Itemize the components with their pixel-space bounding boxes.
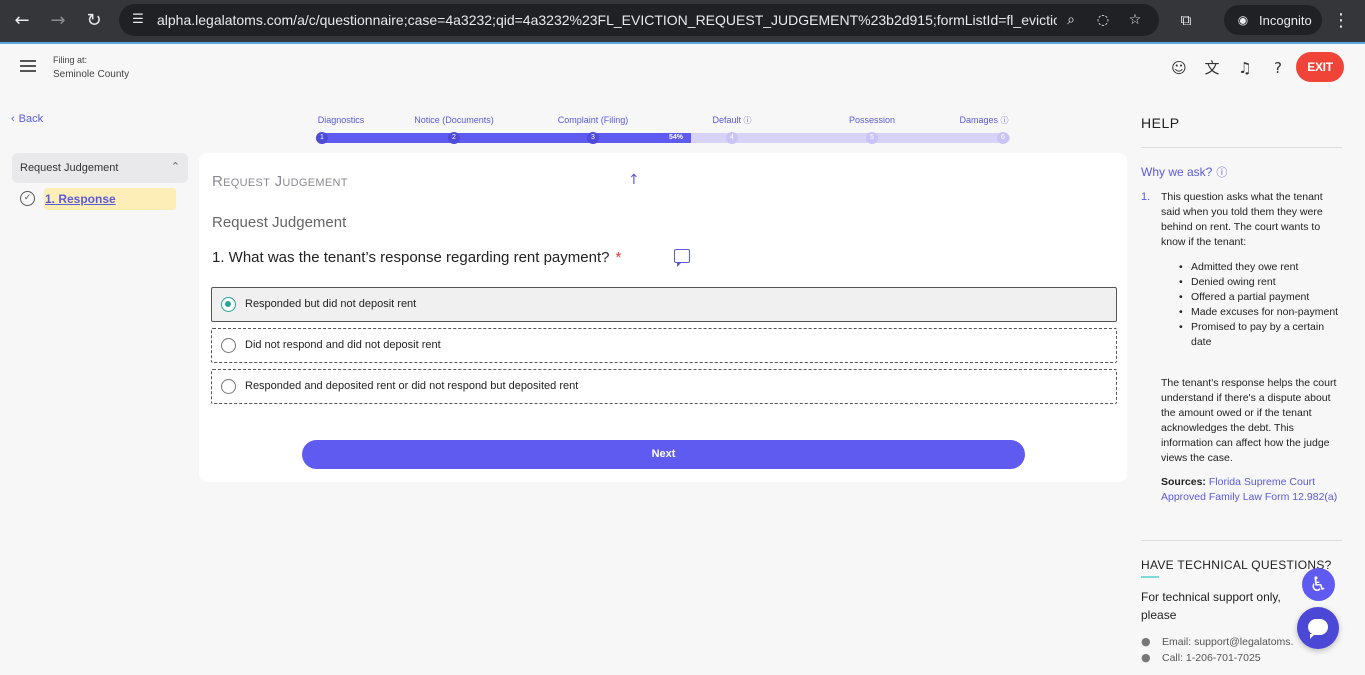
list-item: Offered a partial payment — [1177, 290, 1343, 305]
browser-toolbar: ← → ↻ ☰ alpha.legalatoms.com/a/c/questio… — [0, 0, 1365, 42]
stage-dot-1[interactable]: 1 — [316, 132, 328, 144]
list-item: Admitted they owe rent — [1177, 260, 1343, 275]
filing-label: Filing at: — [53, 55, 88, 65]
filing-county: Seminole County — [53, 69, 130, 80]
tech-title-underline — [1141, 576, 1159, 578]
browser-menu-kebab-icon[interactable]: ⋮ — [1331, 8, 1351, 34]
stage-dot-3[interactable]: 3 — [587, 132, 599, 144]
notification-bell-icon[interactable]: ♫ — [1235, 58, 1255, 78]
bookmark-star-icon[interactable]: ☆ — [1126, 11, 1144, 29]
stage-label-diagnostics[interactable]: Diagnostics — [318, 115, 365, 125]
address-bar[interactable]: ☰ alpha.legalatoms.com/a/c/questionnaire… — [119, 4, 1159, 36]
question-text: 1. What was the tenant’s response regard… — [212, 249, 621, 266]
extensions-puzzle-icon[interactable]: ⧉ — [1174, 8, 1198, 32]
question-label: 1. What was the tenant’s response regard… — [212, 249, 610, 266]
answer-option[interactable]: Responded and deposited rent or did not … — [211, 369, 1117, 404]
section-subtitle: Request Judgement — [212, 214, 347, 231]
incognito-label: Incognito — [1259, 13, 1312, 28]
why-we-ask-label[interactable]: Why we ask? — [1141, 165, 1212, 179]
back-label: Back — [18, 113, 44, 125]
stage-dot-2[interactable]: 2 — [448, 132, 460, 144]
radio-button[interactable] — [221, 338, 236, 353]
help-intro: This question asks what the tenant said … — [1161, 191, 1323, 248]
radio-button[interactable] — [221, 297, 236, 312]
help-item-number: 1. — [1141, 191, 1151, 203]
chat-button[interactable] — [1297, 607, 1339, 649]
url-text[interactable]: alpha.legalatoms.com/a/c/questionnaire;c… — [157, 12, 1057, 28]
chevron-up-icon[interactable]: ⌃ — [171, 160, 180, 173]
nav-step-label[interactable]: 1. Response — [45, 192, 116, 206]
exit-button[interactable]: EXIT — [1296, 52, 1344, 82]
nav-step-active[interactable]: 1. Response — [44, 188, 176, 210]
answer-option-label: Responded and deposited rent or did not … — [245, 380, 579, 392]
next-button[interactable]: Next — [302, 440, 1025, 469]
stage-dot-5[interactable]: 5 — [866, 132, 878, 144]
forward-arrow-icon[interactable]: → — [45, 8, 71, 34]
stage-dot-4[interactable]: 4 — [726, 132, 738, 144]
phone-avatar-icon: ● — [1141, 651, 1151, 664]
help-sources: Sources: Florida Supreme Court Approved … — [1161, 475, 1343, 505]
stage-label-possession[interactable]: Possession — [849, 115, 895, 125]
check-circle-icon: ✓ — [20, 191, 35, 206]
account-icon[interactable]: ☺ — [1169, 58, 1189, 78]
incognito-icon: ◉ — [1237, 13, 1249, 27]
eye-off-icon[interactable]: ◌ — [1094, 11, 1112, 29]
help-icon[interactable]: ? — [1268, 58, 1288, 78]
help-bullet-list: Admitted they owe rent Denied owing rent… — [1177, 260, 1343, 350]
chat-bubble-icon — [1308, 619, 1328, 639]
nav-section-title: Request Judgement — [20, 162, 119, 174]
site-info-icon[interactable]: ☰ — [129, 11, 147, 29]
info-icon[interactable]: ⓘ — [1001, 116, 1009, 125]
stage-label-damages[interactable]: Damages ⓘ — [959, 115, 1008, 126]
help-divider — [1141, 540, 1342, 541]
answer-option-label: Responded but did not deposit rent — [245, 298, 417, 310]
list-item: Made excuses for non-payment — [1177, 305, 1343, 320]
answer-option-label: Did not respond and did not deposit rent — [245, 339, 441, 351]
support-phone[interactable]: Call: 1-206-701-7025 — [1162, 652, 1261, 664]
hamburger-menu-icon[interactable] — [20, 60, 36, 72]
accessibility-icon[interactable]: ♿ — [1302, 568, 1335, 601]
tech-questions-title: HAVE TECHNICAL QUESTIONS? — [1141, 558, 1332, 572]
back-link[interactable]: ‹ Back — [11, 113, 43, 125]
progress-fill — [316, 133, 691, 143]
stage-dot-6[interactable]: 6 — [997, 132, 1009, 144]
info-icon[interactable]: ⓘ — [744, 116, 752, 125]
zoom-icon[interactable]: ⌕ — [1062, 11, 1080, 29]
progress-percent: 54% — [669, 134, 684, 141]
help-divider — [1141, 147, 1342, 148]
support-email[interactable]: Email: support@legalatoms. — [1162, 636, 1293, 648]
app-header: Filing at: Seminole County ☺ 文 ♫ ? — [0, 44, 1365, 92]
nav-step-response[interactable]: ✓ 1. Response — [12, 188, 188, 210]
nav-section-request-judgement[interactable]: Request Judgement ⌃ — [12, 153, 188, 183]
reload-icon[interactable]: ↻ — [81, 8, 107, 34]
stage-label-complaint[interactable]: Complaint (Filing) — [558, 115, 629, 125]
progress-track — [316, 133, 1010, 143]
answer-option[interactable]: Did not respond and did not deposit rent — [211, 328, 1117, 363]
email-avatar-icon: ● — [1141, 635, 1151, 648]
answer-option[interactable]: Responded but did not deposit rent — [211, 287, 1117, 322]
info-icon[interactable]: ⓘ — [1216, 166, 1227, 179]
card-title: Request Judgement — [212, 173, 348, 190]
stage-label-default[interactable]: Default ⓘ — [712, 115, 751, 126]
help-title: HELP — [1141, 115, 1180, 131]
tech-support-text: For technical support only, please — [1141, 590, 1281, 622]
chevron-left-icon: ‹ — [11, 113, 15, 125]
comment-icon[interactable] — [674, 249, 690, 267]
why-we-ask[interactable]: Why we ask? ⓘ — [1141, 164, 1227, 180]
list-item: Promised to pay by a certain date — [1177, 320, 1343, 350]
sources-label: Sources: — [1161, 476, 1206, 488]
question-card: Request Judgement ↑ Request Judgement 1.… — [199, 153, 1127, 482]
back-arrow-icon[interactable]: ← — [9, 8, 35, 34]
incognito-badge[interactable]: ◉ Incognito — [1224, 5, 1322, 35]
help-explanation: The tenant's response helps the court un… — [1161, 377, 1337, 464]
stage-label-notice[interactable]: Notice (Documents) — [414, 115, 494, 125]
translate-icon[interactable]: 文 — [1202, 58, 1222, 78]
required-mark: * — [615, 249, 622, 266]
arrow-up-icon[interactable]: ↑ — [628, 172, 640, 188]
list-item: Denied owing rent — [1177, 275, 1343, 290]
radio-button[interactable] — [221, 379, 236, 394]
